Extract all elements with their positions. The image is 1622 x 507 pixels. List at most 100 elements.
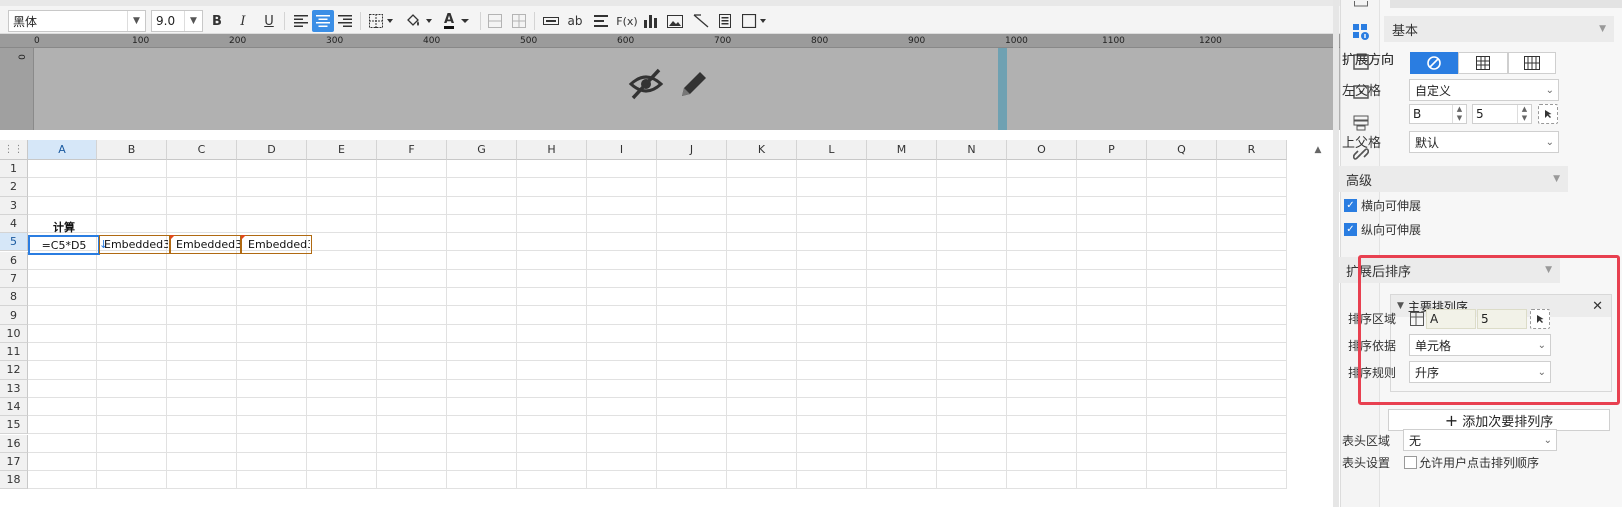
column-header-q[interactable]: Q: [1147, 140, 1217, 160]
cell-properties-icon[interactable]: [1351, 22, 1371, 42]
column-header-f[interactable]: F: [377, 140, 447, 160]
cell-a5[interactable]: =C5*D5: [30, 236, 98, 254]
row-header-17[interactable]: 17: [0, 452, 28, 472]
row-header-6[interactable]: 6: [0, 251, 28, 270]
ruler-tick-label: 100: [132, 36, 150, 46]
spinner-arrows-icon[interactable]: ▲ ▼: [1452, 105, 1466, 123]
format-brush-button[interactable]: ab: [564, 10, 586, 32]
basic-section-header[interactable]: 基本 ▼: [1384, 16, 1614, 42]
split-cells-button[interactable]: [508, 10, 530, 32]
row-header-7[interactable]: 7: [0, 269, 28, 289]
pick-cell-button[interactable]: [1538, 104, 1558, 124]
italic-button[interactable]: I: [232, 10, 254, 32]
row-header-14[interactable]: 14: [0, 397, 28, 417]
grid-row-line: [28, 197, 1287, 215]
font-family-select[interactable]: 黑体 ▼: [8, 10, 146, 32]
row-header-5[interactable]: 5: [0, 233, 28, 252]
row-header-9[interactable]: 9: [0, 306, 28, 325]
ruler-tick-label: 400: [423, 36, 441, 46]
add-secondary-sort-button[interactable]: + 添加次要排列序: [1388, 409, 1610, 431]
row-header-13[interactable]: 13: [0, 379, 28, 398]
formula-button[interactable]: F(x): [614, 10, 640, 32]
merge-cells-button[interactable]: [484, 10, 506, 32]
more-insert-button[interactable]: [740, 10, 770, 32]
page-boundary-line[interactable]: [998, 48, 1007, 130]
paint-bucket-icon: [407, 14, 432, 26]
row-header-15[interactable]: 15: [0, 416, 28, 435]
eye-slash-icon[interactable]: [628, 66, 664, 102]
font-color-button[interactable]: A: [440, 10, 474, 32]
column-header-h[interactable]: H: [517, 140, 587, 160]
header-area-value: 无: [1409, 433, 1422, 448]
left-parent-column-input[interactable]: B ▲ ▼: [1409, 104, 1467, 124]
row-header-1[interactable]: 1: [0, 160, 28, 179]
bold-button[interactable]: B: [206, 10, 228, 32]
select-all-corner[interactable]: ⋮⋮: [0, 140, 28, 160]
slash-icon: [693, 14, 709, 28]
row-header-8[interactable]: 8: [0, 288, 28, 307]
column-header-p[interactable]: P: [1077, 140, 1147, 160]
row-header-16[interactable]: 16: [0, 434, 28, 453]
align-center-button[interactable]: [312, 10, 334, 32]
left-parent-select[interactable]: 自定义 ⌄: [1409, 79, 1559, 101]
ruler-tick-label: 1100: [1102, 36, 1125, 46]
insert-subreport-button[interactable]: [714, 10, 736, 32]
column-header-j[interactable]: J: [657, 140, 727, 160]
row-header-10[interactable]: 10: [0, 324, 28, 343]
spinner-arrows-icon[interactable]: ▲ ▼: [1517, 105, 1531, 123]
column-header-l[interactable]: L: [797, 140, 867, 160]
column-header-g[interactable]: G: [447, 140, 517, 160]
pencil-icon[interactable]: [676, 66, 712, 102]
cell-d5[interactable]: Embedded3.: [248, 236, 310, 253]
column-header-n[interactable]: N: [937, 140, 1007, 160]
align-right-button[interactable]: [334, 10, 356, 32]
ruler-tick-label: 500: [520, 36, 538, 46]
chevron-down-icon: ▼: [1599, 24, 1606, 34]
chevron-down-icon: ▼: [184, 11, 202, 31]
allow-user-sort-checkbox[interactable]: [1404, 456, 1417, 469]
underline-button[interactable]: U: [258, 10, 280, 32]
insert-chart-button[interactable]: [640, 10, 662, 32]
row-header-12[interactable]: 12: [0, 361, 28, 380]
border-button[interactable]: [366, 10, 396, 32]
grid-icon[interactable]: [1351, 0, 1371, 8]
slash-cell-button[interactable]: [690, 10, 712, 32]
column-header-o[interactable]: O: [1007, 140, 1077, 160]
scroll-up-icon[interactable]: ▲: [1310, 140, 1326, 160]
expand-vertical-button[interactable]: [1458, 52, 1508, 74]
panel-splitter[interactable]: [1333, 0, 1339, 507]
left-parent-row-input[interactable]: 5 ▲ ▼: [1472, 104, 1532, 124]
cell-b5[interactable]: Embedded3.: [104, 236, 168, 253]
align-left-button[interactable]: [290, 10, 312, 32]
font-size-select[interactable]: 9.0 ▼: [151, 10, 203, 32]
column-header-i[interactable]: I: [587, 140, 657, 160]
expand-horizontal-button[interactable]: [1508, 52, 1556, 74]
cell-c5[interactable]: Embedded3.: [176, 236, 240, 253]
column-header-e[interactable]: E: [307, 140, 377, 160]
row-header-11[interactable]: 11: [0, 343, 28, 362]
column-header-k[interactable]: K: [727, 140, 797, 160]
column-header-c[interactable]: C: [167, 140, 237, 160]
image-icon: [667, 14, 683, 28]
advanced-section-header[interactable]: 高级 ▼: [1338, 166, 1568, 192]
cell-a4[interactable]: 计算: [28, 217, 100, 236]
column-header-m[interactable]: M: [867, 140, 937, 160]
expand-none-button[interactable]: [1410, 52, 1458, 74]
horizontal-expandable-checkbox[interactable]: ✓: [1344, 199, 1357, 212]
column-header-d[interactable]: D: [237, 140, 307, 160]
row-header-2[interactable]: 2: [0, 178, 28, 197]
row-header-3[interactable]: 3: [0, 196, 28, 215]
column-header-a[interactable]: A: [28, 140, 97, 160]
row-header-18[interactable]: 18: [0, 471, 28, 490]
header-area-select[interactable]: 无 ⌄: [1403, 429, 1557, 451]
column-header-r[interactable]: R: [1217, 140, 1287, 160]
vertical-expandable-checkbox[interactable]: ✓: [1344, 223, 1357, 236]
condition-format-icon[interactable]: [1351, 113, 1371, 133]
fill-color-button[interactable]: [404, 10, 436, 32]
column-header-b[interactable]: B: [97, 140, 167, 160]
insert-image-button[interactable]: [664, 10, 686, 32]
text-align-button[interactable]: [590, 10, 612, 32]
top-parent-select[interactable]: 默认 ⌄: [1409, 131, 1559, 153]
row-header-4[interactable]: 4: [0, 214, 28, 234]
wrap-text-button[interactable]: [540, 10, 562, 32]
